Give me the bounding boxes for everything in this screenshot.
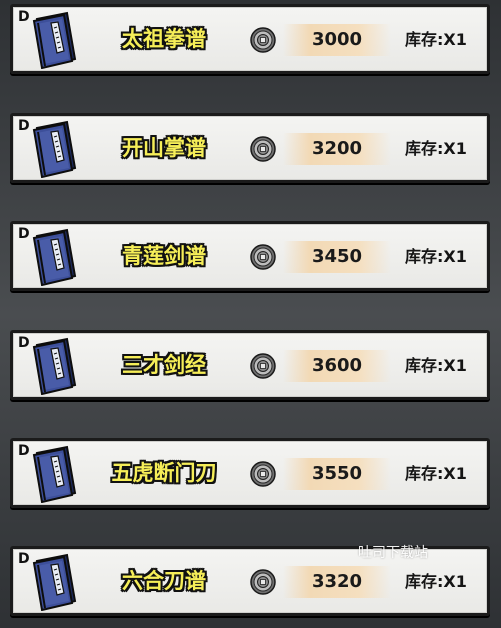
- watermark-text: 吐司下载站: [358, 545, 428, 561]
- item-name: 太祖拳谱: [122, 27, 206, 51]
- grade-badge: D: [18, 443, 30, 459]
- stock-count: 库存:X1: [405, 139, 467, 158]
- item-name: 三才剑经: [122, 353, 206, 377]
- grade-badge: D: [18, 226, 30, 242]
- shop-item-row[interactable]: D 五虎断门刀 3550 库存:X1: [10, 438, 490, 508]
- item-price: 3320: [311, 571, 363, 592]
- item-name: 开山掌谱: [122, 136, 206, 160]
- silver-coin-icon: [250, 244, 276, 270]
- item-price: 3600: [311, 355, 363, 376]
- manual-book-icon: [32, 337, 77, 395]
- silver-coin-icon: [250, 27, 276, 53]
- silver-coin-icon: [250, 569, 276, 595]
- grade-badge: D: [18, 335, 30, 351]
- item-name: 青莲剑谱: [122, 244, 206, 268]
- silver-coin-icon: [250, 136, 276, 162]
- grade-badge: D: [18, 118, 30, 134]
- shop-item-row[interactable]: D 三才剑经 3600 库存:X1: [10, 330, 490, 400]
- manual-book-icon: [32, 553, 77, 611]
- item-name: 五虎断门刀: [111, 461, 217, 485]
- item-price: 3000: [311, 29, 363, 50]
- manual-book-icon: [32, 228, 77, 286]
- manual-book-icon: [32, 445, 77, 503]
- grade-badge: D: [18, 551, 30, 567]
- stock-count: 库存:X1: [405, 356, 467, 375]
- stock-count: 库存:X1: [405, 464, 467, 483]
- manual-book-icon: [32, 11, 77, 69]
- grade-badge: D: [18, 9, 30, 25]
- shop-item-row[interactable]: D 太祖拳谱 3000 库存:X1: [10, 4, 490, 74]
- shop-item-list: D 太祖拳谱 3000 库存:X1 D 开山掌谱 3200 库存:X1 D 青莲…: [0, 0, 501, 628]
- shop-item-row[interactable]: D 开山掌谱 3200 库存:X1: [10, 113, 490, 183]
- stock-count: 库存:X1: [405, 247, 467, 266]
- manual-book-icon: [32, 120, 77, 178]
- silver-coin-icon: [250, 461, 276, 487]
- silver-coin-icon: [250, 353, 276, 379]
- stock-count: 库存:X1: [405, 30, 467, 49]
- item-price: 3200: [311, 138, 363, 159]
- stock-count: 库存:X1: [405, 572, 467, 591]
- item-price: 3450: [311, 246, 363, 267]
- shop-item-row[interactable]: D 青莲剑谱 3450 库存:X1: [10, 221, 490, 291]
- item-name: 六合刀谱: [122, 569, 206, 593]
- item-price: 3550: [311, 463, 363, 484]
